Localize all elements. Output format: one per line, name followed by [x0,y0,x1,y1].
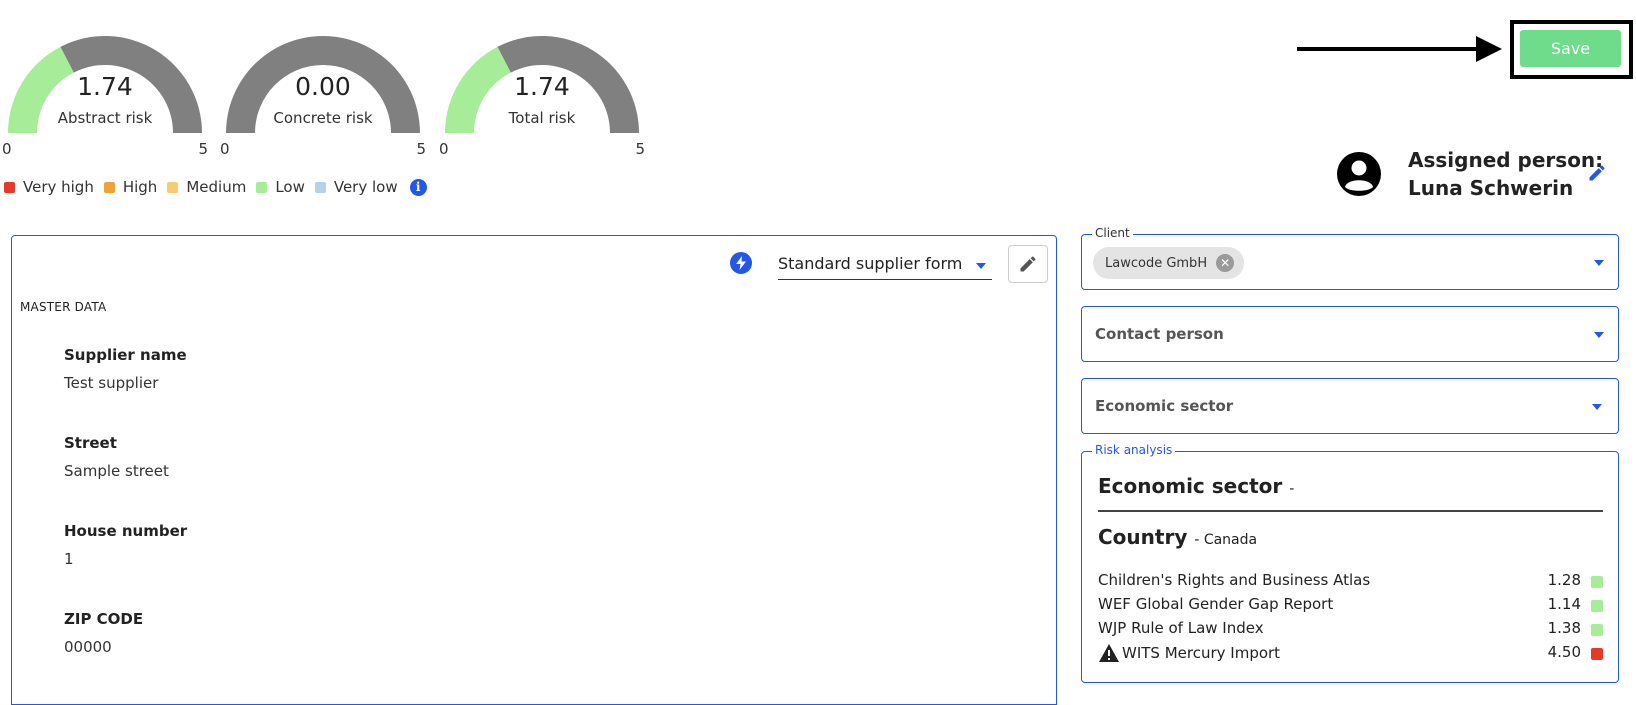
indicator-row: Children's Rights and Business Atlas 1.2… [1098,571,1603,593]
pencil-icon[interactable] [1587,163,1607,183]
annotation-arrow-head [1476,36,1502,62]
field-value-zip-code[interactable]: 00000 [64,638,112,656]
indicator-risk-swatch [1591,648,1603,660]
legend-swatch [103,181,115,193]
legend-item: Medium [167,178,246,196]
legend-item: High [103,178,158,196]
legend-item: Low [256,178,305,196]
contact-person-select[interactable]: Contact person [1081,306,1619,362]
indicator-name: Children's Rights and Business Atlas [1098,571,1370,589]
warning-icon [1099,644,1119,662]
field-label-supplier-name: Supplier name [64,346,187,364]
indicator-name-text: WJP Rule of Law Index [1098,619,1264,637]
legend-item: Very low [314,178,398,196]
risk-legend: Very high High Medium Low Very low i [4,178,427,196]
form-type-value: Standard supplier form [778,254,963,273]
chevron-down-icon [1594,260,1604,266]
indicator-value: 1.28 [1547,571,1581,589]
chevron-down-icon [976,263,986,269]
sector-title: Economic sector [1098,474,1283,498]
avatar-icon [1337,152,1381,196]
gauge-value: 1.74 [514,72,570,101]
field-label-house-number: House number [64,522,188,540]
legend-label: Very high [23,178,94,196]
sector-heading: Economic sector - [1098,474,1294,498]
gauge-abstract-risk: 1.74 Abstract risk 0 5 [0,28,210,168]
gauge-label: Concrete risk [273,109,373,127]
country-heading: Country - Canada [1098,525,1257,549]
gauge-max: 5 [635,140,645,158]
sector-value: - [1289,481,1295,497]
field-label-street: Street [64,434,117,452]
legend-label: High [122,178,158,196]
lightning-icon[interactable] [730,252,752,274]
gauge-label: Total risk [508,109,576,127]
client-select[interactable]: Client Lawcode GmbH ✕ [1081,226,1619,290]
pencil-icon [1020,256,1036,272]
country-value: - Canada [1194,532,1258,548]
indicator-row: WITS Mercury Import 4.50 [1098,643,1603,665]
lightning-glyph [736,256,746,270]
gauge-min: 0 [220,140,230,158]
field-label-zip-code: ZIP CODE [64,610,144,628]
gauge-label: Abstract risk [57,109,153,127]
indicator-risk-swatch [1591,576,1603,588]
gauge-total-risk: 1.74 Total risk 0 5 [437,28,647,168]
chevron-down-icon [1592,404,1602,410]
assigned-person: Assigned person: Luna Schwerin [1408,146,1603,202]
divider [1098,510,1603,512]
gauge-value: 0.00 [295,72,351,101]
legend-swatch [256,181,268,193]
gauge-max: 5 [416,140,426,158]
legend-swatch [167,181,179,193]
gauge-min: 0 [2,140,12,158]
gauge-concrete-risk: 0.00 Concrete risk 0 5 [218,28,428,168]
annotation-arrow [1297,47,1492,51]
indicator-name: WITS Mercury Import [1098,643,1280,663]
indicator-name: WJP Rule of Law Index [1098,619,1264,637]
field-value-house-number[interactable]: 1 [64,550,74,568]
legend-label: Low [275,178,305,196]
client-chip: Lawcode GmbH ✕ [1093,247,1245,279]
economic-sector-select[interactable]: Economic sector [1081,378,1619,434]
legend-item: Very high [4,178,94,196]
indicator-name-text: WEF Global Gender Gap Report [1098,595,1334,613]
save-button[interactable]: Save [1520,30,1621,67]
client-label: Client [1092,226,1133,240]
country-title: Country [1098,525,1188,549]
info-icon[interactable]: i [409,178,427,196]
legend-label: Medium [186,178,247,196]
field-value-supplier-name[interactable]: Test supplier [64,374,158,392]
indicator-name-text: Children's Rights and Business Atlas [1098,571,1371,589]
contact-person-placeholder: Contact person [1095,325,1224,343]
edit-form-button[interactable] [1008,245,1048,283]
gauge-value: 1.74 [77,72,133,101]
gauge-min: 0 [439,140,449,158]
section-title: MASTER DATA [20,300,107,314]
economic-sector-placeholder: Economic sector [1095,397,1234,415]
risk-analysis-label: Risk analysis [1092,443,1176,457]
gauge-max: 5 [198,140,208,158]
chevron-down-icon [1594,332,1604,338]
indicator-risk-swatch [1591,624,1603,636]
assigned-person-label: Assigned person: [1408,148,1604,172]
remove-chip-icon[interactable]: ✕ [1216,254,1235,272]
indicator-name-text: WITS Mercury Import [1122,644,1281,662]
indicator-value: 4.50 [1547,643,1581,661]
legend-label: Very low [333,178,398,196]
assigned-person-name: Luna Schwerin [1408,176,1574,200]
indicator-row: WJP Rule of Law Index 1.38 [1098,619,1603,641]
legend-swatch [314,181,326,193]
field-value-street[interactable]: Sample street [64,462,169,480]
legend-swatch [4,181,15,193]
indicator-name: WEF Global Gender Gap Report [1098,595,1333,613]
risk-analysis-panel: Risk analysis Economic sector - Country … [1081,443,1619,683]
indicator-value: 1.38 [1547,619,1581,637]
client-chip-label: Lawcode GmbH [1105,255,1208,271]
indicator-row: WEF Global Gender Gap Report 1.14 [1098,595,1603,617]
indicator-risk-swatch [1591,600,1603,612]
form-type-select[interactable]: Standard supplier form [778,252,992,280]
indicator-value: 1.14 [1547,595,1581,613]
